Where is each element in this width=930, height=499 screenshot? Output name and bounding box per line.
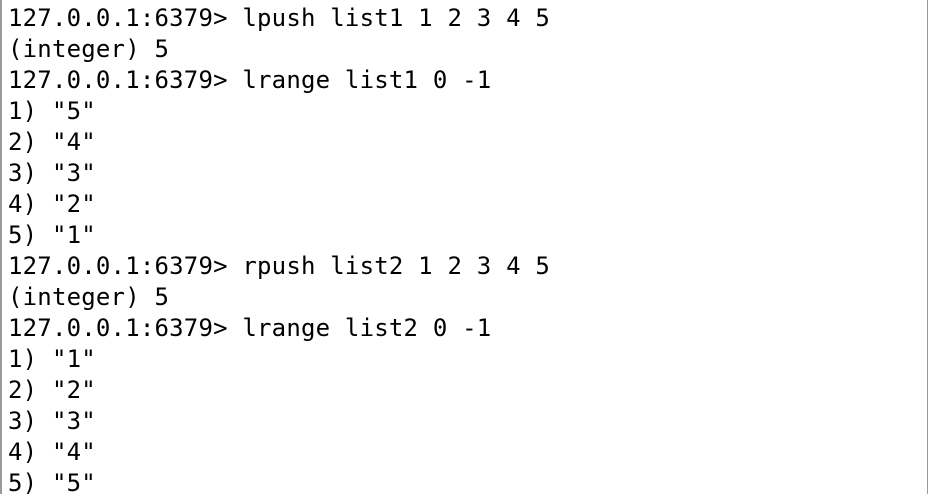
terminal-output[interactable]: 127.0.0.1:6379> lpush list1 1 2 3 4 5 (i… (0, 0, 928, 497)
output-line: 5) "5" (8, 469, 96, 497)
output-line: (integer) 5 (8, 35, 170, 63)
output-line: 4) "4" (8, 438, 96, 466)
command-line: 127.0.0.1:6379> rpush list2 1 2 3 4 5 (8, 252, 551, 280)
output-line: 2) "4" (8, 128, 96, 156)
output-line: 1) "5" (8, 97, 96, 125)
output-line: 3) "3" (8, 407, 96, 435)
command-line: 127.0.0.1:6379> lrange list1 0 -1 (8, 66, 492, 94)
command-line: 127.0.0.1:6379> lrange list2 0 -1 (8, 314, 492, 342)
output-line: 2) "2" (8, 376, 96, 404)
output-line: 1) "1" (8, 345, 96, 373)
output-line: (integer) 5 (8, 283, 170, 311)
output-line: 5) "1" (8, 221, 96, 249)
output-line: 3) "3" (8, 159, 96, 187)
output-line: 4) "2" (8, 190, 96, 218)
command-line: 127.0.0.1:6379> lpush list1 1 2 3 4 5 (8, 4, 551, 32)
